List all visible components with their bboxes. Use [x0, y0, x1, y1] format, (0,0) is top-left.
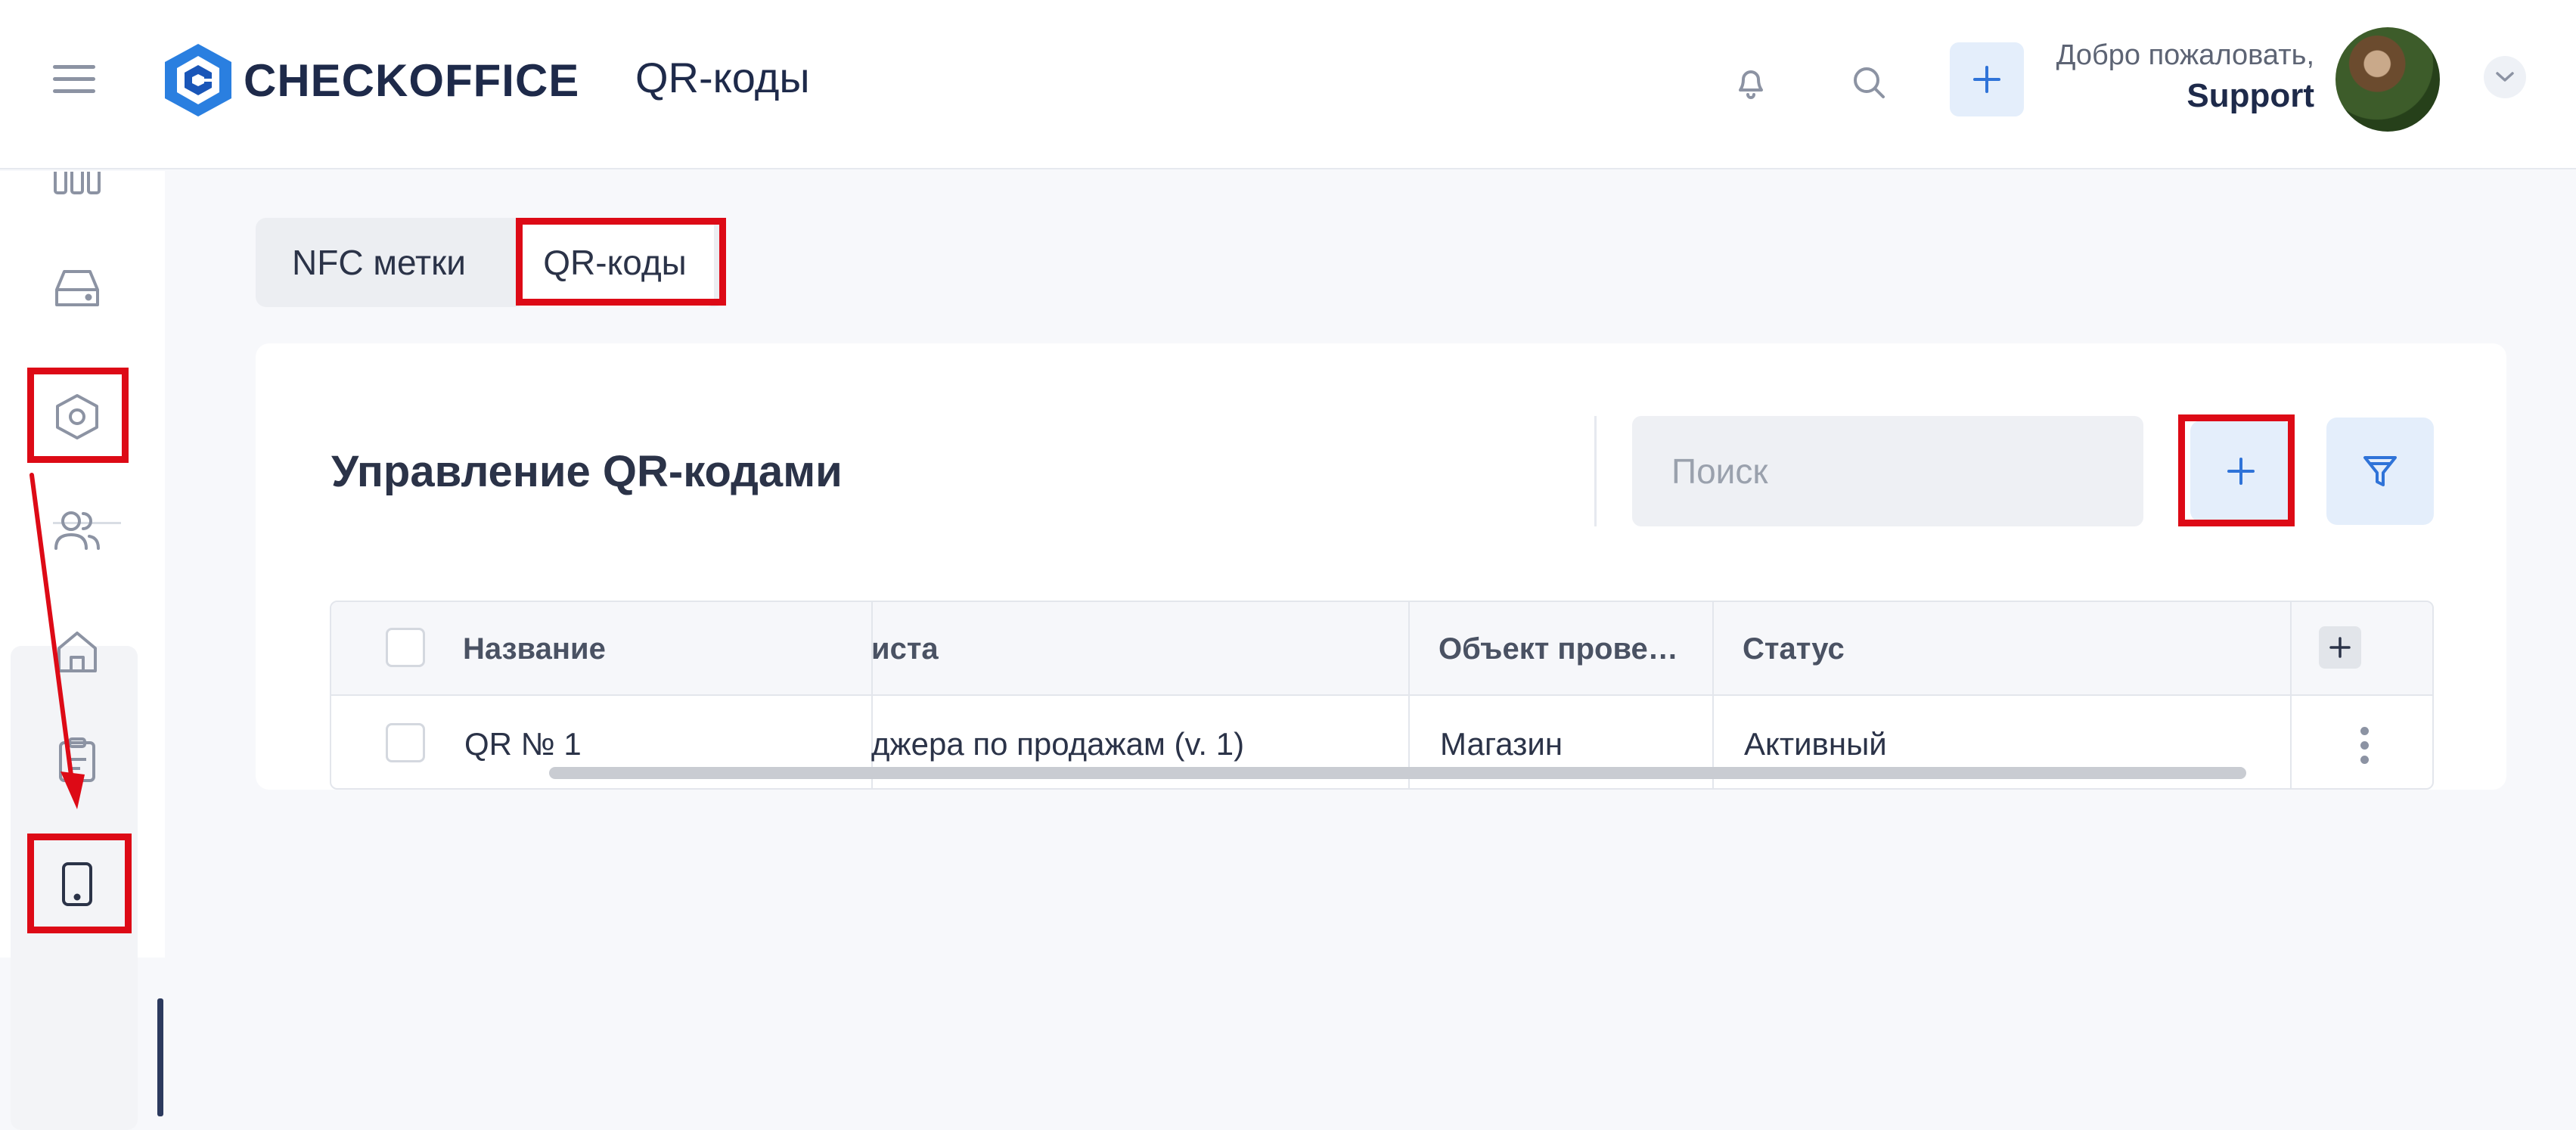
tab-qr-codes[interactable]: QR-коды — [516, 218, 714, 307]
column-header-name[interactable]: Название — [463, 602, 606, 696]
annotation-arrow — [29, 473, 85, 809]
page-title: QR-коды — [635, 54, 810, 101]
filter-button[interactable] — [2326, 418, 2434, 525]
horizontal-scrollbar[interactable] — [549, 767, 2246, 779]
tablet-icon[interactable] — [32, 843, 123, 926]
user-name: Support — [2186, 77, 2314, 114]
row-checkbox[interactable] — [386, 723, 425, 762]
column-divider — [1408, 602, 1410, 788]
create-button[interactable] — [1950, 42, 2024, 116]
card-title: Управление QR-кодами — [331, 447, 843, 496]
menu-icon[interactable] — [53, 62, 98, 97]
qr-table: Название иста Объект прове… Статус QR № … — [330, 601, 2434, 790]
column-divider — [2290, 602, 2292, 788]
sidebar-active-indicator — [157, 998, 163, 1116]
add-qr-button[interactable] — [2190, 421, 2292, 522]
toolbar-divider — [1594, 416, 1597, 526]
row-actions-menu-icon[interactable] — [2349, 719, 2379, 771]
table-header — [331, 602, 2432, 696]
checkoffice-logo-icon — [165, 44, 231, 116]
search-icon[interactable] — [1841, 54, 1897, 110]
select-all-checkbox[interactable] — [386, 628, 425, 667]
search-input[interactable] — [1632, 416, 2143, 526]
chevron-down-icon[interactable] — [2484, 56, 2526, 98]
hard-drive-icon[interactable] — [32, 247, 123, 330]
plus-icon — [2227, 458, 2255, 485]
bell-icon[interactable] — [1723, 54, 1779, 110]
brand-name: CHECKOFFICE — [244, 55, 580, 106]
top-header: CHECKOFFICE QR-коды Добро пожаловать, Su… — [0, 0, 2576, 169]
plus-icon — [1973, 66, 2000, 93]
welcome-text: Добро пожаловать, — [2056, 39, 2314, 71]
add-column-button[interactable] — [2319, 626, 2361, 669]
column-header-object[interactable]: Объект прове… — [1439, 602, 1678, 696]
column-header-checklist[interactable]: иста — [871, 602, 939, 696]
plus-icon — [2329, 637, 2351, 658]
settings-hexagon-icon[interactable] — [32, 375, 123, 458]
tab-bar: NFC метки QR-коды — [256, 218, 725, 307]
column-divider — [1712, 602, 1714, 788]
filter-icon — [2363, 456, 2397, 486]
column-header-status[interactable]: Статус — [1743, 602, 1845, 696]
tab-nfc[interactable]: NFC метки — [256, 218, 502, 307]
avatar[interactable] — [2335, 27, 2440, 132]
columns-icon[interactable] — [32, 153, 123, 236]
